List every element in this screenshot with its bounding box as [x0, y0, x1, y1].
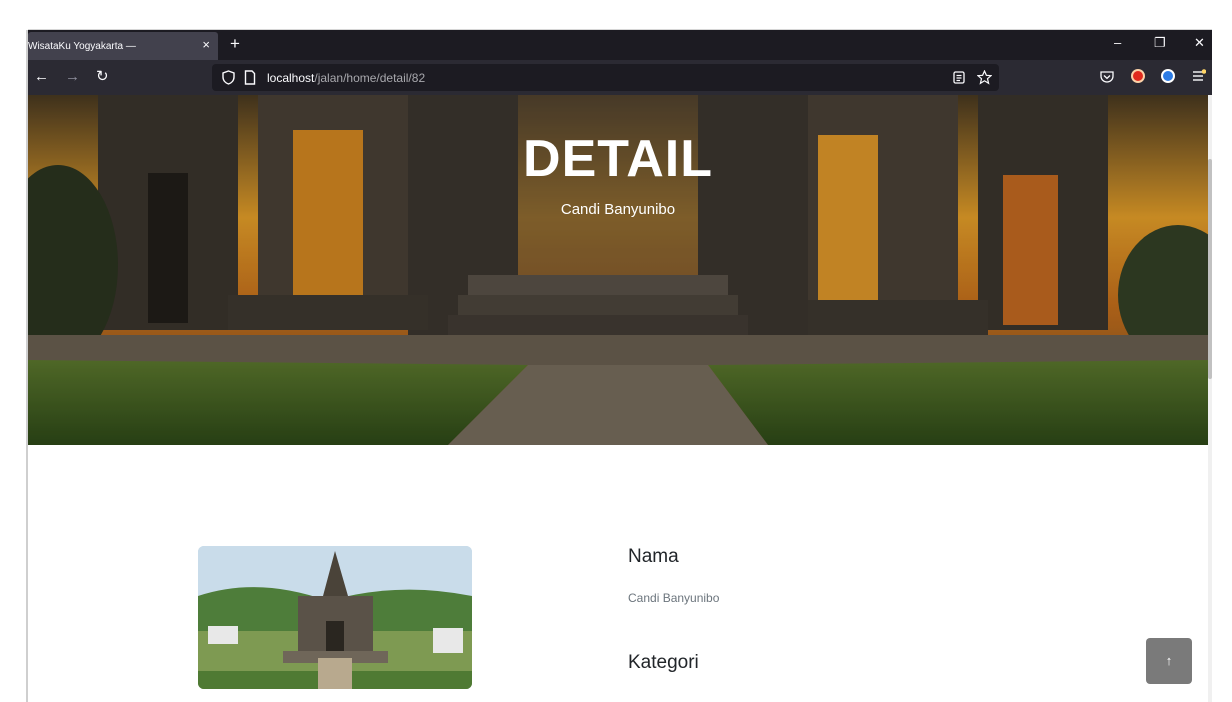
field-label-kategori: Kategori: [628, 652, 699, 673]
menu-icon[interactable]: [1192, 69, 1206, 83]
tab-strip: WisataKu Yogyakarta — × + – ❐ ✕: [28, 30, 1212, 60]
close-window-icon[interactable]: ✕: [1194, 34, 1205, 52]
nav-toolbar: ← → ↻ localhost/jalan/home/detail/82: [28, 60, 1212, 95]
reload-icon[interactable]: ↻: [96, 68, 109, 86]
browser-window: WisataKu Yogyakarta — × + – ❐ ✕ ← → ↻ lo…: [28, 30, 1212, 702]
hero-title: DETAIL: [523, 130, 713, 188]
minimize-icon[interactable]: –: [1114, 34, 1121, 52]
url-path: /jalan/home/detail/82: [314, 71, 426, 85]
reader-view-icon[interactable]: [953, 71, 965, 84]
forward-icon[interactable]: →: [65, 68, 80, 86]
shield-icon[interactable]: [222, 70, 235, 85]
temple-photo-image: [198, 546, 472, 689]
url-text[interactable]: localhost/jalan/home/detail/82: [267, 71, 425, 85]
extension-blue-icon[interactable]: [1161, 69, 1175, 83]
hero-banner: DETAIL Candi Banyunibo: [28, 95, 1208, 445]
back-to-top-button[interactable]: ↑: [1146, 638, 1192, 684]
bookmark-star-icon[interactable]: [977, 70, 992, 85]
new-tab-icon[interactable]: +: [230, 33, 240, 55]
screenshot: WisataKu Yogyakarta — × + – ❐ ✕ ← → ↻ lo…: [0, 0, 1232, 702]
page-scrollbar[interactable]: [1208, 95, 1212, 702]
tab-close-icon[interactable]: ×: [202, 38, 210, 52]
destination-photo: [198, 546, 472, 689]
extension-red-icon[interactable]: [1131, 69, 1145, 83]
restore-icon[interactable]: ❐: [1154, 34, 1166, 52]
back-icon[interactable]: ←: [34, 68, 49, 86]
field-label-nama: Nama: [628, 546, 679, 567]
tab-title: WisataKu Yogyakarta —: [28, 40, 136, 52]
field-value-nama: Candi Banyunibo: [628, 591, 720, 605]
page-icon[interactable]: [244, 70, 256, 85]
tab-active[interactable]: WisataKu Yogyakarta — ×: [28, 32, 218, 60]
hero-subtitle: Candi Banyunibo: [560, 201, 676, 218]
url-bar[interactable]: localhost/jalan/home/detail/82: [212, 64, 999, 91]
page-viewport: DETAIL Candi Banyunibo Nama Candi Banyun…: [28, 95, 1212, 702]
scrollbar-thumb[interactable]: [1208, 159, 1212, 379]
url-host: localhost: [267, 71, 315, 85]
pocket-icon[interactable]: [1100, 70, 1114, 83]
